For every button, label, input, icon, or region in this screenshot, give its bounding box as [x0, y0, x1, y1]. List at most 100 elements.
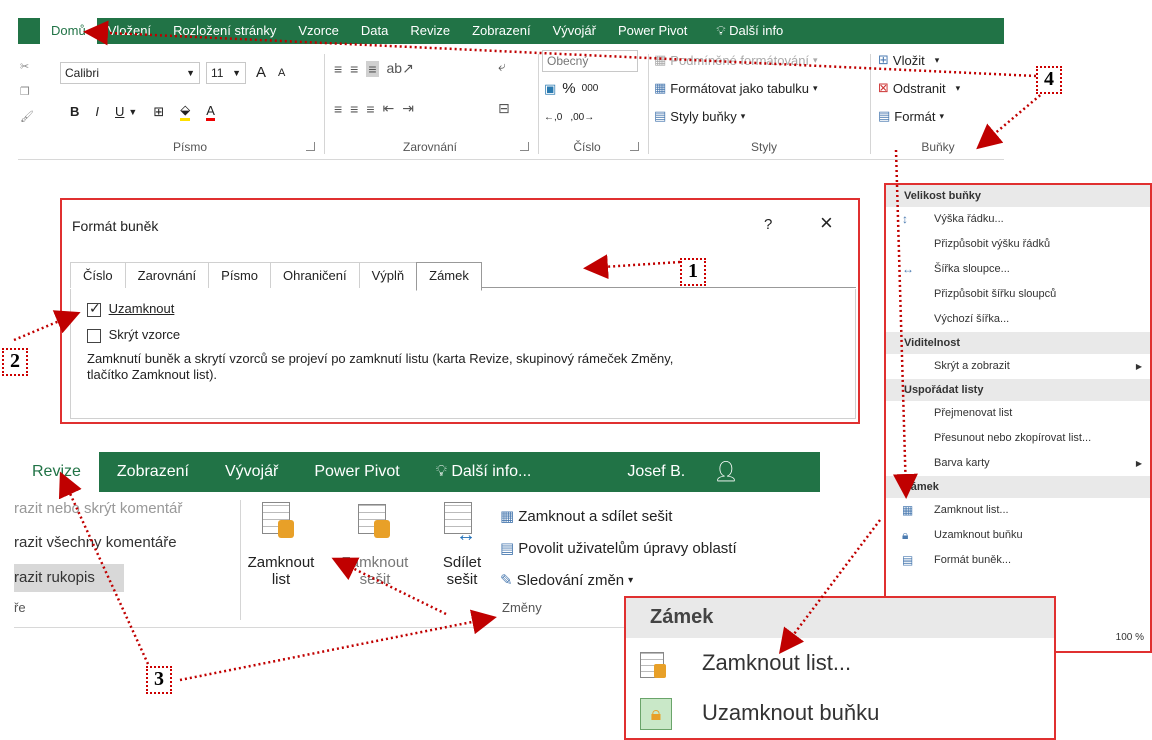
tab-border[interactable]: Ohraničení — [270, 262, 360, 288]
percent-button[interactable]: % — [562, 80, 575, 97]
menu-item[interactable]: Přesunout nebo zkopírovat list... — [886, 426, 1150, 451]
wrap-text-icon[interactable]: ⤶ — [498, 58, 506, 75]
allow-edit-ranges-button[interactable]: ▤ Povolit uživatelům úpravy oblastí — [500, 532, 818, 564]
font-color-icon[interactable]: A — [206, 103, 215, 121]
underline-button[interactable]: U — [115, 104, 124, 119]
separator — [324, 54, 325, 154]
menu-item[interactable]: Výchozí šířka... — [886, 307, 1150, 332]
tab-developer[interactable]: Vývojář — [542, 18, 607, 44]
tab-power-pivot[interactable]: Power Pivot — [607, 18, 698, 44]
alignment-dialog-launcher[interactable] — [520, 142, 529, 151]
marker-1: 1 — [680, 258, 706, 286]
help-button[interactable]: ? — [764, 216, 772, 233]
track-changes-button[interactable]: ✎ Sledování změn ▾ — [500, 564, 818, 596]
tab-power-pivot[interactable]: Power Pivot — [296, 452, 417, 492]
delete-cells-button[interactable]: ⊠ Odstranit ▾ — [878, 80, 960, 96]
share-person-icon[interactable]: 👤︎ — [703, 452, 748, 492]
close-button[interactable]: × — [820, 210, 833, 236]
font-dialog-launcher[interactable] — [306, 142, 315, 151]
align-center-icon[interactable]: ≡ — [350, 101, 358, 117]
chevron-down-icon: ▾ — [813, 82, 818, 93]
tell-me-label: Další info... — [451, 463, 532, 480]
menu-item[interactable]: Přizpůsobit výšku řádků — [886, 232, 1150, 257]
conditional-formatting-button[interactable]: ▦ Podmíněné formátování ▾ — [654, 52, 818, 68]
user-name[interactable]: Josef B. — [609, 452, 703, 492]
cell-styles-button[interactable]: ▤ Styly buňky ▾ — [654, 108, 745, 124]
tab-developer[interactable]: Vývojář — [207, 452, 296, 492]
menu-item[interactable]: 🔒︎ Uzamknout buňku — [886, 523, 1150, 548]
menu-item[interactable]: ↔ Šířka sloupce... — [886, 257, 1150, 282]
tab-view[interactable]: Zobrazení — [99, 452, 207, 492]
protect-sheet-button[interactable]: Zamknout list — [246, 500, 316, 588]
bold-button[interactable]: B — [70, 104, 79, 119]
tell-me-box[interactable]: 💡︎ Další info... — [418, 452, 550, 492]
tab-page-layout[interactable]: Rozložení stránky — [162, 18, 287, 44]
align-left-icon[interactable]: ≡ — [334, 101, 342, 117]
lock-option[interactable]: ✓ Uzamknout — [87, 300, 174, 317]
lock-checkbox[interactable]: ✓ — [87, 300, 101, 317]
zoom-lock-cell-item[interactable]: 🔒︎ Uzamknout buňku — [640, 698, 1040, 734]
show-ink-button[interactable]: razit rukopis — [14, 564, 124, 592]
insert-cells-button[interactable]: ⊞ Vložit ▾ — [878, 52, 939, 68]
copy-icon[interactable]: ❐ — [20, 85, 48, 98]
chevron-down-icon[interactable]: ▼ — [128, 107, 137, 117]
borders-icon[interactable]: ⊞ — [153, 104, 164, 120]
align-top-icon[interactable]: ≡ — [334, 61, 342, 77]
menu-item[interactable]: Přizpůsobit šířku sloupců — [886, 282, 1150, 307]
tab-alignment[interactable]: Zarovnání — [124, 262, 210, 288]
protect-workbook-button[interactable]: Zamknout sešit — [340, 500, 410, 588]
zoom-protect-sheet-item[interactable]: Zamknout list... — [640, 650, 1040, 682]
tab-data[interactable]: Data — [350, 18, 399, 44]
show-all-comments-button[interactable]: razit všechny komentáře — [14, 534, 234, 568]
show-hide-comment-button[interactable]: razit nebo skrýt komentář — [14, 500, 234, 534]
tab-view[interactable]: Zobrazení — [461, 18, 542, 44]
tell-me-box[interactable]: 💡︎ Další info — [698, 18, 794, 44]
chevron-down-icon: ▾ — [955, 82, 961, 93]
decrease-indent-icon[interactable]: ⇤ — [383, 100, 395, 117]
number-format-combo[interactable]: Obecný — [542, 50, 638, 72]
shrink-font-button[interactable]: A — [278, 67, 285, 79]
hide-formulas-option[interactable]: Skrýt vzorce — [87, 327, 180, 343]
grow-font-button[interactable]: A — [256, 64, 266, 81]
comma-button[interactable]: 000 — [582, 83, 599, 94]
tab-protection[interactable]: Zámek — [416, 262, 482, 291]
tab-font[interactable]: Písmo — [208, 262, 272, 288]
font-name-combo[interactable]: Calibri ▼ — [60, 62, 200, 84]
tab-number[interactable]: Číslo — [70, 262, 126, 288]
orientation-icon[interactable]: ab↗ — [387, 60, 414, 77]
tab-formulas[interactable]: Vzorce — [287, 18, 349, 44]
protect-share-button[interactable]: ▦ Zamknout a sdílet sešit — [500, 500, 818, 532]
merge-cells-icon[interactable]: ⊟ — [498, 100, 510, 117]
font-size-combo[interactable]: 11 ▼ — [206, 62, 246, 84]
format-cells-button[interactable]: ▤ Formát ▾ — [878, 108, 944, 124]
increase-decimal-icon[interactable]: ←,0 — [544, 112, 562, 123]
align-bottom-icon[interactable]: ≡ — [366, 60, 379, 77]
hide-formulas-checkbox[interactable] — [87, 328, 101, 343]
zoom-protect-sheet-label: Zamknout list... — [702, 650, 852, 675]
tab-insert[interactable]: Vložení — [97, 18, 162, 44]
menu-item[interactable]: ↕ Výška řádku... — [886, 207, 1150, 232]
menu-item[interactable]: Skrýt a zobrazit ▶ — [886, 354, 1150, 379]
menu-item[interactable]: Přejmenovat list — [886, 401, 1150, 426]
increase-indent-icon[interactable]: ⇥ — [402, 100, 414, 117]
align-right-icon[interactable]: ≡ — [366, 101, 374, 117]
number-dialog-launcher[interactable] — [630, 142, 639, 151]
tab-review-active[interactable]: Revize — [14, 452, 99, 492]
menu-item[interactable]: ▦ Zamknout list... — [886, 498, 1150, 523]
format-painter-icon[interactable]: 🖌︎ — [20, 110, 48, 123]
tab-review[interactable]: Revize — [399, 18, 461, 44]
share-workbook-button[interactable]: ↔ Sdílet sešit — [432, 500, 492, 588]
chevron-down-icon: ▼ — [232, 68, 241, 78]
align-middle-icon[interactable]: ≡ — [350, 61, 358, 77]
menu-item[interactable]: ▤ Formát buněk... — [886, 548, 1150, 573]
italic-button[interactable]: I — [95, 104, 99, 119]
decrease-decimal-icon[interactable]: ,00→ — [570, 112, 594, 123]
cut-icon[interactable]: ✂ — [20, 60, 48, 73]
fill-color-icon[interactable]: ⬙ — [180, 102, 191, 121]
format-as-table-button[interactable]: ▦ Formátovat jako tabulku ▾ — [654, 80, 818, 96]
tab-fill[interactable]: Výplň — [358, 262, 418, 288]
accounting-icon[interactable]: ▣ — [544, 81, 556, 97]
menu-item[interactable]: Barva karty ▶ — [886, 451, 1150, 476]
tab-home[interactable]: Domů — [40, 18, 97, 44]
chevron-down-icon: ▾ — [813, 54, 818, 65]
